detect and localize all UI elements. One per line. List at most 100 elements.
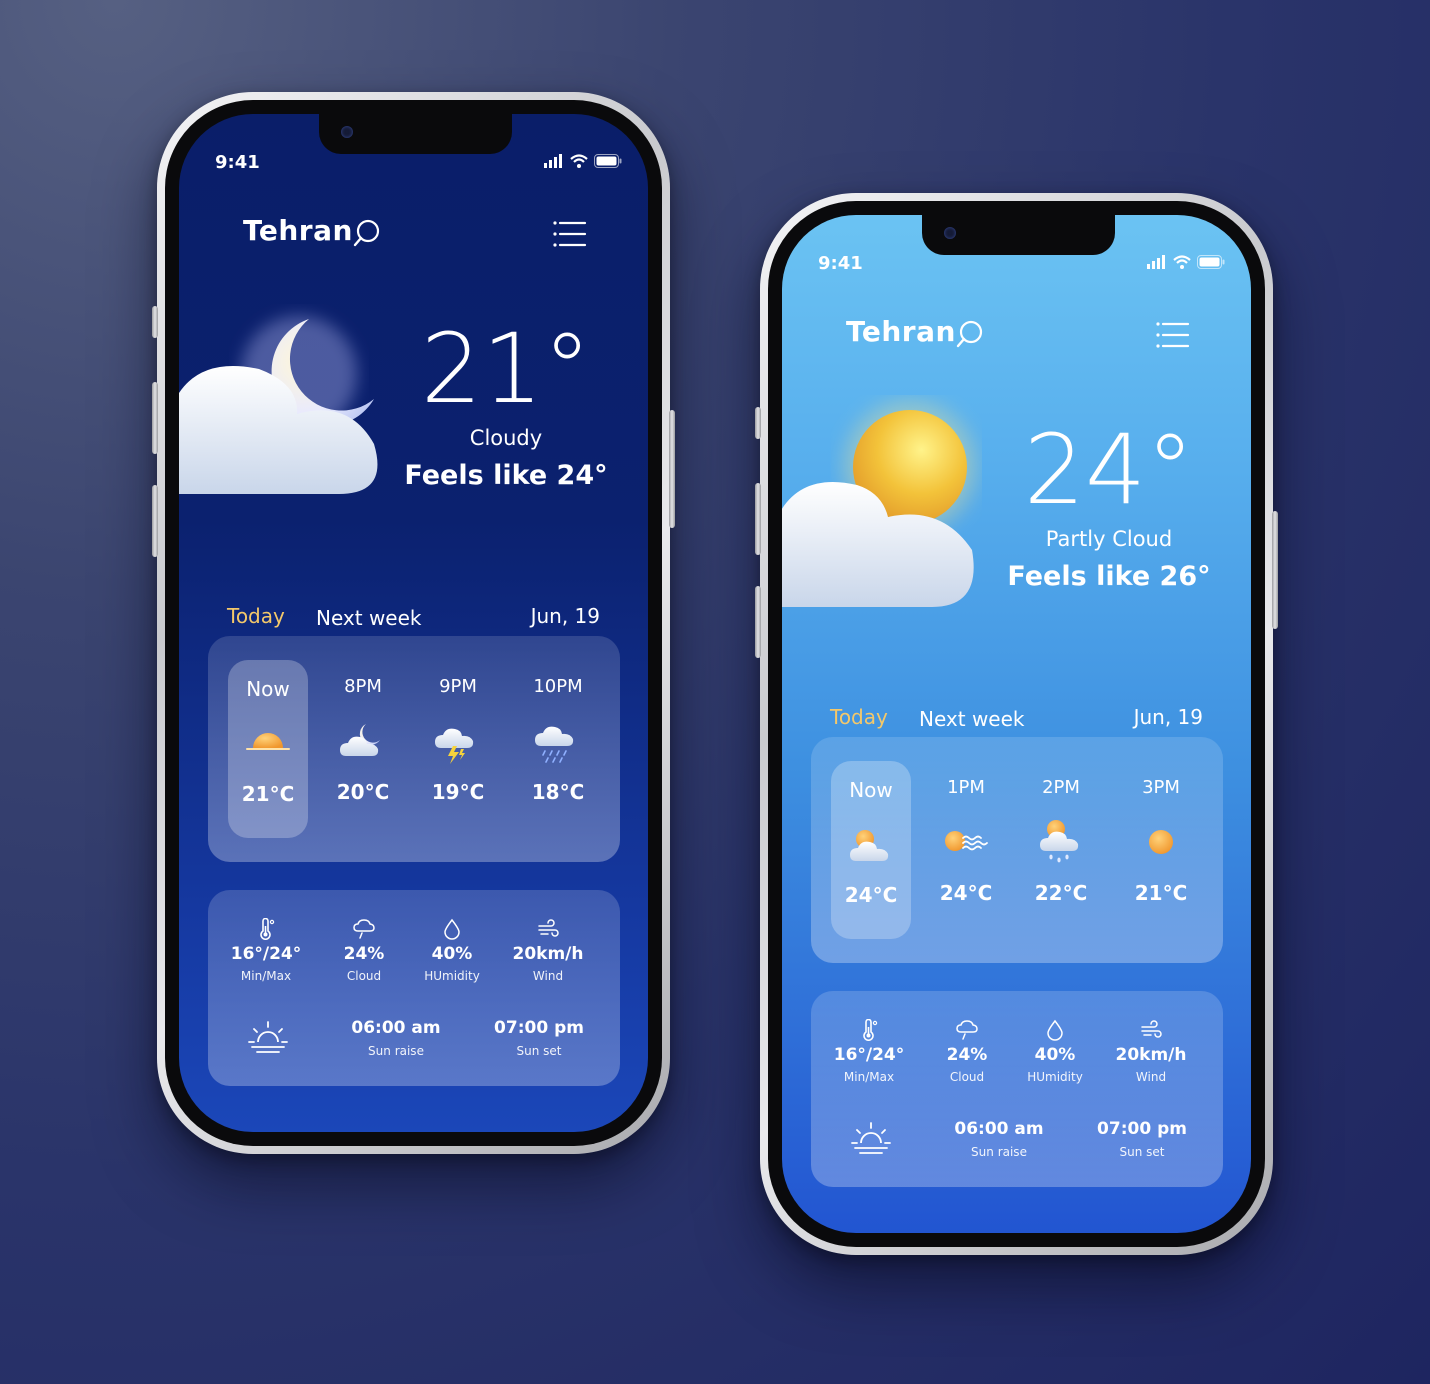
stat-label: Min/Max	[240, 969, 292, 983]
cloud-moon-icon	[340, 724, 380, 756]
feels-like-label: Feels like 24°	[404, 460, 608, 491]
city-name: Tehran	[846, 315, 956, 348]
hour-item[interactable]: 2PM 22°C	[1021, 759, 1101, 939]
hour-item-now[interactable]: Now 24°C	[831, 761, 911, 939]
condition-label: Partly Cloud	[1045, 527, 1173, 551]
sunset-time: 07:00 pm	[1097, 1119, 1187, 1139]
hour-item-now[interactable]: Now 21°C	[228, 660, 308, 838]
stat-humidity: 40% HUmidity	[1005, 1019, 1105, 1084]
stat-value: 20km/h	[1115, 1045, 1187, 1065]
sunrise-time: 06:00 am	[351, 1018, 441, 1038]
hour-temp: 21°C	[1134, 881, 1188, 905]
stat-label: Cloud	[949, 1070, 985, 1084]
tab-next-week[interactable]: Next week	[316, 606, 422, 630]
stat-value: 16°/24°	[230, 944, 302, 964]
forecast-date: Jun, 19	[1133, 705, 1203, 729]
thermometer-icon	[260, 918, 275, 940]
hour-label: 10PM	[533, 676, 583, 697]
phone-night: 9:41 Tehran 21° Cloudy Feels like 24° To…	[152, 92, 675, 1154]
city-name: Tehran	[243, 214, 353, 247]
wifi-icon	[1173, 255, 1191, 269]
moon-cloud-icon	[179, 316, 378, 494]
hour-item[interactable]: 3PM 21°C	[1121, 759, 1201, 939]
sun-haze-icon	[945, 831, 988, 851]
stat-value: 40%	[1034, 1045, 1076, 1065]
current-temperature: 21°	[420, 313, 592, 425]
sunset-info: 07:00 pm Sun set	[1072, 1119, 1212, 1159]
stat-cloud: 24% Cloud	[314, 918, 414, 983]
hour-label: 2PM	[1042, 777, 1080, 798]
hour-label: Now	[849, 778, 893, 802]
stat-min-max: 16°/24° Min/Max	[216, 918, 316, 983]
sunrise-info: 06:00 am Sun raise	[326, 1018, 466, 1058]
feels-like-label: Feels like 26°	[1007, 561, 1211, 592]
stat-label: Min/Max	[843, 1070, 895, 1084]
hour-label: 9PM	[439, 676, 477, 697]
cloud-outline-icon	[956, 1020, 978, 1040]
stat-humidity: 40% HUmidity	[402, 918, 502, 983]
notch	[319, 114, 512, 154]
sunset-time: 07:00 pm	[494, 1018, 584, 1038]
stat-value: 20km/h	[512, 944, 584, 964]
wind-icon	[538, 919, 559, 937]
hourly-forecast: Now 21°C 8PM 20°C 9PM 19°C 10PM 18°C	[208, 636, 620, 862]
stat-label: HUmidity	[424, 969, 480, 983]
tab-today[interactable]: Today	[227, 604, 285, 628]
sunrise-icon	[851, 1122, 891, 1154]
status-time: 9:41	[215, 152, 260, 173]
notch	[922, 215, 1115, 255]
tab-next-week[interactable]: Next week	[919, 707, 1025, 731]
sun-icon	[1149, 830, 1173, 854]
tab-today[interactable]: Today	[830, 705, 888, 729]
stat-min-max: 16°/24° Min/Max	[819, 1019, 919, 1084]
night-screen: 9:41 Tehran 21° Cloudy Feels like 24° To…	[179, 114, 648, 1132]
wind-icon	[1141, 1020, 1162, 1038]
sun-cloud-icon	[850, 830, 889, 861]
sunset-info: 07:00 pm Sun set	[469, 1018, 609, 1058]
signal-icon	[544, 154, 562, 168]
sunset-label: Sun set	[1119, 1145, 1165, 1159]
sunrise-label: Sun raise	[971, 1145, 1027, 1159]
forecast-tabs: Today Next week Jun, 19	[830, 705, 1203, 735]
sunrise-icon	[248, 1021, 288, 1053]
hour-temp: 18°C	[531, 780, 585, 804]
stat-value: 40%	[431, 944, 473, 964]
menu-icon[interactable]	[553, 220, 587, 248]
hour-label: 1PM	[947, 777, 985, 798]
stat-wind: 20km/h Wind	[498, 918, 598, 983]
phone-day: 9:41 Tehran 24° Partly Cloud Feels like …	[755, 193, 1278, 1255]
stat-value: 24%	[946, 1045, 988, 1065]
forecast-tabs: Today Next week Jun, 19	[227, 604, 600, 634]
hour-temp: 24°C	[844, 883, 898, 907]
search-icon[interactable]	[352, 218, 382, 248]
hour-temp: 20°C	[336, 780, 390, 804]
hour-item[interactable]: 10PM 18°C	[518, 658, 598, 838]
stat-cloud: 24% Cloud	[917, 1019, 1017, 1084]
wifi-icon	[570, 154, 588, 168]
hourly-forecast: Now 24°C 1PM 24°C 2PM 22°C 3PM 21°C	[811, 737, 1223, 963]
hour-item[interactable]: 9PM 19°C	[418, 658, 498, 838]
menu-icon[interactable]	[1156, 321, 1190, 349]
hour-temp: 19°C	[431, 780, 485, 804]
hour-temp: 24°C	[939, 881, 993, 905]
droplet-icon	[1047, 1019, 1063, 1041]
search-icon[interactable]	[955, 319, 985, 349]
battery-icon	[594, 154, 622, 168]
sunrise-info: 06:00 am Sun raise	[929, 1119, 1069, 1159]
day-screen: 9:41 Tehran 24° Partly Cloud Feels like …	[782, 215, 1251, 1233]
droplet-icon	[444, 918, 460, 940]
sunrise-time: 06:00 am	[954, 1119, 1044, 1139]
signal-icon	[1147, 255, 1165, 269]
current-temperature: 24°	[1023, 414, 1195, 526]
stat-value: 16°/24°	[833, 1045, 905, 1065]
status-icons	[1147, 255, 1225, 269]
sunset-icon	[246, 733, 290, 750]
hour-item[interactable]: 8PM 20°C	[323, 658, 403, 838]
hour-temp: 22°C	[1034, 881, 1088, 905]
weather-details: 16°/24° Min/Max 24% Cloud 40% HUmidity 2…	[208, 890, 620, 1086]
hour-item[interactable]: 1PM 24°C	[926, 759, 1006, 939]
stat-wind: 20km/h Wind	[1101, 1019, 1201, 1084]
thunderstorm-icon	[435, 728, 474, 764]
hour-label: Now	[246, 677, 290, 701]
sun-cloud-icon	[782, 401, 976, 607]
